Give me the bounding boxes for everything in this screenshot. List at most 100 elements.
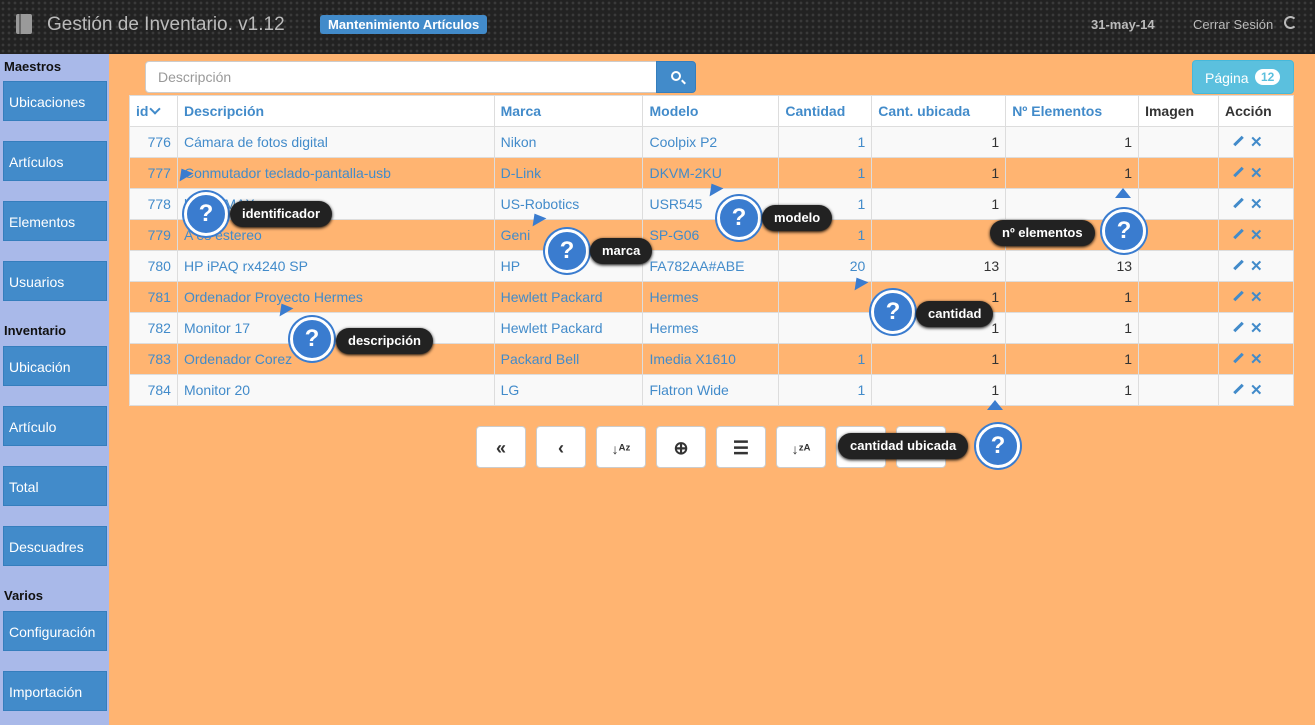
app-title: Gestión de Inventario. v1.12 — [47, 14, 285, 35]
row-n-elementos: 1 — [1005, 312, 1140, 344]
page-button[interactable]: Página 12 — [1192, 60, 1294, 94]
page-label: Página — [1205, 70, 1249, 86]
help-descripcion-label: descripción — [336, 328, 433, 354]
row-modelo: Hermes — [642, 281, 780, 313]
col-cantidad[interactable]: Cantidad — [778, 95, 873, 127]
logout-link[interactable]: Cerrar Sesión — [1193, 17, 1273, 32]
row-modelo: FA782AA#ABE — [642, 250, 780, 282]
col-descripcion[interactable]: Descripción — [176, 95, 495, 127]
delete-icon[interactable]: ✕ — [1250, 133, 1263, 151]
edit-icon[interactable] — [1233, 166, 1244, 178]
sidebar-item-articulo[interactable]: Artículo — [3, 406, 107, 446]
help-cantidad-ubicada-icon[interactable]: ? — [976, 424, 1020, 468]
delete-icon[interactable]: ✕ — [1250, 381, 1263, 399]
row-n-elementos: 1 — [1005, 281, 1140, 313]
row-descripcion: Conmutador teclado-pantalla-usb — [176, 157, 495, 189]
edit-icon[interactable] — [1233, 290, 1244, 302]
first-icon: « — [495, 438, 506, 458]
row-marca: Nikon — [493, 126, 644, 158]
sidebar-item-articulos[interactable]: Artículos — [3, 141, 107, 181]
table-row[interactable]: 781 Ordenador Proyecto Hermes Hewlett Pack… — [129, 281, 1294, 313]
row-imagen — [1138, 281, 1219, 313]
row-modelo: Flatron Wide — [642, 374, 780, 406]
delete-icon[interactable]: ✕ — [1250, 226, 1263, 244]
row-id: 784 — [129, 374, 178, 406]
row-cantidad: 1 — [778, 126, 873, 158]
sidebar-item-configuracion[interactable]: Configuración — [3, 611, 107, 651]
row-accion: ✕ — [1218, 126, 1294, 158]
sidebar-item-elementos[interactable]: Elementos — [3, 201, 107, 241]
add-button[interactable]: ⊕ — [656, 426, 706, 468]
help-modelo-icon[interactable]: ? — [717, 196, 761, 240]
row-marca: D-Link — [493, 157, 644, 189]
row-imagen — [1138, 312, 1219, 344]
search-input[interactable] — [145, 61, 657, 93]
row-cantidad: 1 — [778, 157, 873, 189]
row-accion: ✕ — [1218, 219, 1294, 251]
row-imagen — [1138, 188, 1219, 220]
row-descripcion: Cámara de fotos digital — [176, 126, 495, 158]
help-elementos-icon[interactable]: ? — [1102, 209, 1146, 253]
col-n-elementos[interactable]: Nº Elementos — [1005, 95, 1140, 127]
row-cant-ubicada: 13 — [871, 250, 1007, 282]
row-id: 778 — [129, 188, 178, 220]
table-row[interactable]: 780 HP iPAQ rx4240 SP HP FA782AA#ABE 20 13 13 ✕ — [129, 250, 1294, 282]
row-n-elementos: 1 — [1005, 126, 1140, 158]
row-id: 782 — [129, 312, 178, 344]
prev-icon: ‹ — [558, 438, 564, 458]
delete-icon[interactable]: ✕ — [1250, 257, 1263, 275]
row-cant-ubicada: 1 — [871, 126, 1007, 158]
row-cant-ubicada: 1 — [871, 374, 1007, 406]
edit-icon[interactable] — [1233, 259, 1244, 271]
col-accion: Acción — [1218, 95, 1294, 127]
edit-icon[interactable] — [1233, 352, 1244, 364]
search-button[interactable] — [656, 61, 696, 93]
edit-icon[interactable] — [1233, 383, 1244, 395]
sidebar-item-usuarios[interactable]: Usuarios — [3, 261, 107, 301]
edit-icon[interactable] — [1233, 228, 1244, 240]
sort-az-icon: ↓ᴬᶻ — [611, 441, 631, 457]
sidebar-item-total[interactable]: Total — [3, 466, 107, 506]
page-count-badge: 12 — [1255, 69, 1281, 85]
delete-icon[interactable]: ✕ — [1250, 350, 1263, 368]
date-label: 31-may-14 — [1091, 17, 1155, 32]
row-imagen — [1138, 126, 1219, 158]
col-cant-ubicada[interactable]: Cant. ubicada — [871, 95, 1007, 127]
sort-za-button[interactable]: ↓ᶻᴬ — [776, 426, 826, 468]
edit-icon[interactable] — [1233, 135, 1244, 147]
col-modelo[interactable]: Modelo — [642, 95, 780, 127]
delete-icon[interactable]: ✕ — [1250, 164, 1263, 182]
delete-icon[interactable]: ✕ — [1250, 288, 1263, 306]
help-cantidad-icon[interactable]: ? — [871, 290, 915, 334]
help-marca-icon[interactable]: ? — [545, 229, 589, 273]
row-modelo: Imedia X1610 — [642, 343, 780, 375]
delete-icon[interactable]: ✕ — [1250, 319, 1263, 337]
sidebar-item-ubicacion[interactable]: Ubicación — [3, 346, 107, 386]
row-modelo: Coolpix P2 — [642, 126, 780, 158]
help-pointer — [1115, 188, 1131, 198]
row-accion: ✕ — [1218, 250, 1294, 282]
logout-icon[interactable] — [1284, 16, 1297, 29]
table-row[interactable]: 784 Monitor 20 LG Flatron Wide 1 1 1 ✕ — [129, 374, 1294, 406]
section-varios: Varios — [4, 588, 44, 603]
first-page-button[interactable]: « — [476, 426, 526, 468]
help-identificador-icon[interactable]: ? — [184, 192, 228, 236]
row-n-elementos: 1 — [1005, 374, 1140, 406]
sidebar-item-descuadres[interactable]: Descuadres — [3, 526, 107, 566]
add-icon: ⊕ — [673, 438, 689, 458]
row-id: 781 — [129, 281, 178, 313]
help-marca-label: marca — [590, 238, 653, 264]
sidebar-item-importacion[interactable]: Importación — [3, 671, 107, 711]
edit-icon[interactable] — [1233, 321, 1244, 333]
edit-icon[interactable] — [1233, 197, 1244, 209]
table-row[interactable]: 776 Cámara de fotos digital Nikon Coolpix P… — [129, 126, 1294, 158]
list-button[interactable]: ☰ — [716, 426, 766, 468]
help-descripcion-icon[interactable]: ? — [290, 317, 334, 361]
col-marca[interactable]: Marca — [493, 95, 644, 127]
sort-az-button[interactable]: ↓ᴬᶻ — [596, 426, 646, 468]
prev-page-button[interactable]: ‹ — [536, 426, 586, 468]
col-id[interactable]: id — [129, 95, 178, 127]
delete-icon[interactable]: ✕ — [1250, 195, 1263, 213]
row-marca: Hewlett Packard — [493, 281, 644, 313]
sidebar-item-ubicaciones[interactable]: Ubicaciones — [3, 81, 107, 121]
